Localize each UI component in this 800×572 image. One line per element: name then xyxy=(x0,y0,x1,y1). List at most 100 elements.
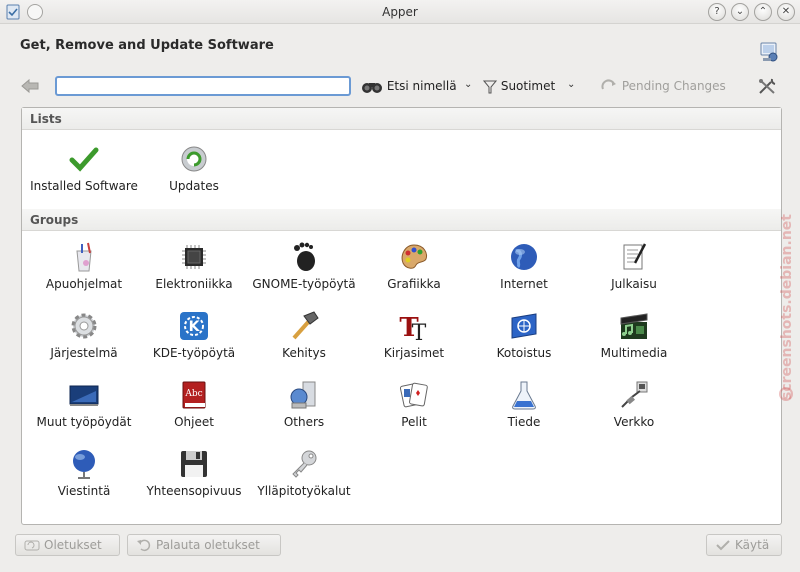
kde-icon: K xyxy=(180,312,208,340)
group-item-label: Kirjasimet xyxy=(383,346,445,360)
apply-button[interactable]: Käytä xyxy=(706,534,782,556)
group-item-apuohjelmat[interactable]: Apuohjelmat xyxy=(28,241,140,291)
group-item-label: Ohjeet xyxy=(174,415,214,429)
group-item-julkaisu[interactable]: Julkaisu xyxy=(578,241,690,291)
minimize-button[interactable]: ⌄ xyxy=(731,3,749,21)
group-item-label: Internet xyxy=(500,277,548,291)
group-item-yllapitotyokalut[interactable]: Ylläpitotyökalut xyxy=(248,448,360,498)
group-item-label: Apuohjelmat xyxy=(45,277,123,291)
group-item-label: Tiede xyxy=(507,415,541,429)
group-item-label: Yhteensopivuus xyxy=(146,484,242,498)
floppy-icon xyxy=(181,451,207,477)
network-icon xyxy=(621,381,648,408)
font-icon: T T xyxy=(399,313,427,342)
help-button[interactable]: ? xyxy=(708,3,726,21)
palette-icon xyxy=(401,244,427,269)
group-item-ohjeet[interactable]: Abc Ohjeet xyxy=(138,379,250,429)
chip-icon xyxy=(182,245,206,269)
page-title: Get, Remove and Update Software xyxy=(20,38,274,53)
filters-dropdown-arrow-icon[interactable]: ⌄ xyxy=(567,78,577,92)
accessories-icon xyxy=(76,242,92,272)
apply-check-icon xyxy=(716,540,730,551)
group-item-verkko[interactable]: Verkko xyxy=(578,379,690,429)
filters-label: Suotimet xyxy=(500,79,556,93)
binoculars-icon xyxy=(362,82,382,93)
group-item-label: Julkaisu xyxy=(611,277,657,291)
hammer-icon xyxy=(292,311,319,340)
group-item-label: Kotoistus xyxy=(496,346,552,360)
reset-label: Palauta oletukset xyxy=(156,538,260,552)
group-item-internet[interactable]: Internet xyxy=(468,241,580,291)
group-item-label: Viestintä xyxy=(57,484,111,498)
pending-changes-button[interactable]: Pending Changes xyxy=(600,77,726,95)
find-by-name-button[interactable]: Etsi nimellä xyxy=(361,77,457,95)
group-item-others[interactable]: Others xyxy=(248,379,360,429)
window-title: Apper xyxy=(382,5,418,19)
group-item-grafiikka[interactable]: Grafiikka xyxy=(358,241,470,291)
close-button[interactable]: ✕ xyxy=(777,3,795,21)
group-item-yhteensopivuus[interactable]: Yhteensopivuus xyxy=(138,448,250,498)
window-titlebar: Apper ? ⌄ ⌃ ✕ xyxy=(0,0,800,24)
bottom-button-bar: Oletukset Palauta oletukset Käytä xyxy=(0,532,800,558)
localization-icon xyxy=(511,313,537,339)
publishing-icon xyxy=(623,243,647,270)
group-item-kotoistus[interactable]: Kotoistus xyxy=(468,310,580,360)
communication-icon xyxy=(73,450,95,479)
lists-section-header: Lists xyxy=(22,108,781,130)
group-item-jarjestelma[interactable]: Järjestelmä xyxy=(28,310,140,360)
defaults-button[interactable]: Oletukset xyxy=(15,534,120,556)
key-icon xyxy=(292,450,317,478)
list-item-updates[interactable]: Updates xyxy=(138,143,250,193)
gnome-foot-icon xyxy=(294,242,315,271)
group-item-label: KDE-työpöytä xyxy=(152,346,236,360)
group-item-tiede[interactable]: Tiede xyxy=(468,379,580,429)
groups-heading: Groups xyxy=(30,213,79,227)
group-item-pelit[interactable]: Pelit xyxy=(358,379,470,429)
filter-icon xyxy=(483,80,497,93)
groups-section-header: Groups xyxy=(22,209,781,231)
defaults-icon xyxy=(24,540,40,551)
group-item-elektroniikka[interactable]: Elektroniikka xyxy=(138,241,250,291)
gear-icon xyxy=(71,313,97,339)
apply-label: Käytä xyxy=(735,538,770,552)
group-item-viestinta[interactable]: Viestintä xyxy=(28,448,140,498)
group-item-label: Elektroniikka xyxy=(155,277,233,291)
group-item-kehitys[interactable]: Kehitys xyxy=(248,310,360,360)
toolbar: Etsi nimellä ⌄ Suotimet ⌄ Pending Change… xyxy=(0,72,800,100)
list-item-label: Updates xyxy=(169,179,219,193)
group-item-multimedia[interactable]: Multimedia xyxy=(578,310,690,360)
svg-text:T: T xyxy=(412,321,427,342)
list-item-installed[interactable]: Installed Software xyxy=(28,143,140,193)
settings-tools-icon[interactable] xyxy=(757,77,779,95)
multimedia-icon xyxy=(620,313,648,339)
book-icon: Abc xyxy=(182,381,206,409)
find-dropdown-arrow-icon[interactable]: ⌄ xyxy=(464,78,474,92)
filters-button[interactable]: Suotimet xyxy=(483,77,555,95)
back-arrow-icon[interactable] xyxy=(20,78,40,94)
group-item-kde[interactable]: K KDE-työpöytä xyxy=(138,310,250,360)
lists-heading: Lists xyxy=(30,112,62,126)
svg-text:K: K xyxy=(189,319,201,335)
group-item-label: Grafiikka xyxy=(387,277,441,291)
update-icon xyxy=(181,146,207,172)
group-item-label: Pelit xyxy=(401,415,427,429)
others-icon xyxy=(290,381,316,409)
globe-icon xyxy=(511,244,537,270)
reset-button[interactable]: Palauta oletukset xyxy=(127,534,281,556)
group-item-label: Kehitys xyxy=(282,346,326,360)
search-input[interactable] xyxy=(55,76,351,96)
group-item-kirjasimet[interactable]: T T Kirjasimet xyxy=(358,310,470,360)
group-item-muut[interactable]: Muut työpöydät xyxy=(28,379,140,429)
group-item-label: Järjestelmä xyxy=(50,346,118,360)
group-item-gnome[interactable]: GNOME-työpöytä xyxy=(248,241,360,291)
group-item-label: GNOME-työpöytä xyxy=(252,277,356,291)
pending-refresh-icon xyxy=(601,78,616,89)
list-item-label: Installed Software xyxy=(30,179,138,193)
svg-text:Abc: Abc xyxy=(184,389,202,399)
group-item-label: Muut työpöydät xyxy=(36,415,132,429)
maximize-button[interactable]: ⌃ xyxy=(754,3,772,21)
pending-changes-label: Pending Changes xyxy=(621,79,726,93)
settings-screen-icon[interactable] xyxy=(758,41,780,63)
flask-icon xyxy=(512,381,536,410)
cards-icon xyxy=(399,382,428,408)
